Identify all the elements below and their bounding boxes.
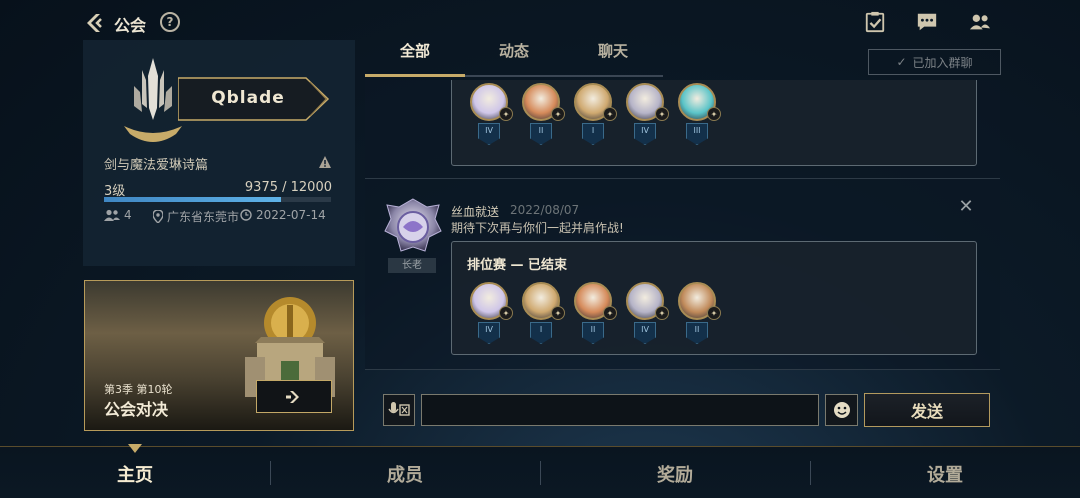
rank-emblem-icon: ✦ bbox=[499, 107, 513, 121]
member-count-value: 4 bbox=[124, 208, 132, 222]
previous-match-card[interactable]: ✦ IV ✦ II ✦ I ✦ IV ✦ III bbox=[451, 80, 977, 166]
rank-tier-label: IV bbox=[634, 322, 656, 344]
voice-input-button[interactable] bbox=[383, 394, 415, 426]
close-icon[interactable]: ✕ bbox=[958, 198, 974, 216]
guild-date: 2022-07-14 bbox=[240, 208, 326, 222]
chat-input[interactable] bbox=[421, 394, 819, 426]
nav-rewards[interactable]: 奖励 bbox=[540, 461, 810, 487]
checklist-icon[interactable] bbox=[863, 11, 887, 33]
match-player[interactable]: ✦ I bbox=[574, 83, 617, 145]
rank-emblem-icon: ✦ bbox=[707, 107, 721, 121]
send-button[interactable]: 发送 bbox=[864, 393, 990, 427]
post-date: 2022/08/07 bbox=[510, 203, 580, 217]
guild-exp-bar bbox=[104, 197, 331, 202]
tab-chat[interactable]: 聊天 bbox=[563, 40, 663, 61]
rank-tier-label: II bbox=[530, 123, 552, 145]
guild-exp-text: 9375 / 12000 bbox=[244, 180, 332, 195]
voice-icon bbox=[388, 402, 410, 416]
match-player[interactable]: ✦ IV bbox=[626, 282, 669, 344]
rank-emblem-icon: ✦ bbox=[707, 306, 721, 320]
chat-bubble-icon[interactable] bbox=[915, 11, 939, 33]
location-pin-icon bbox=[153, 210, 163, 223]
clock-icon bbox=[240, 209, 252, 221]
post-text: 期待下次再与你们一起并肩作战! bbox=[451, 221, 624, 235]
nav-home[interactable]: 主页 bbox=[0, 461, 270, 487]
guild-location: 广东省东莞市 bbox=[153, 208, 239, 225]
match-player[interactable]: ✦ II bbox=[678, 282, 721, 344]
bottom-nav: 主页 成员 奖励 设置 bbox=[0, 446, 1080, 498]
warning-icon[interactable] bbox=[318, 155, 332, 169]
member-count: 4 bbox=[104, 208, 132, 222]
arrow-right-icon bbox=[286, 390, 299, 403]
feed-divider bbox=[365, 369, 1000, 370]
rank-emblem-icon: ✦ bbox=[603, 306, 617, 320]
feed-divider bbox=[365, 178, 1000, 179]
poster-avatar[interactable] bbox=[383, 197, 443, 257]
match-player[interactable]: ✦ IV bbox=[626, 83, 669, 145]
rank-emblem-icon: ✦ bbox=[551, 107, 565, 121]
rank-tier-label: IV bbox=[478, 322, 500, 344]
guild-crest-icon bbox=[124, 58, 182, 142]
tab-all[interactable]: 全部 bbox=[365, 40, 465, 61]
match-title: 排位赛 — 已结束 bbox=[467, 258, 568, 273]
rank-emblem-icon: ✦ bbox=[655, 107, 669, 121]
rank-tier-label: I bbox=[582, 123, 604, 145]
joined-group-label: 已加入群聊 bbox=[912, 55, 973, 70]
match-player[interactable]: ✦ IV bbox=[470, 83, 513, 145]
rank-emblem-icon: ✦ bbox=[655, 306, 669, 320]
match-player[interactable]: ✦ II bbox=[522, 83, 565, 145]
date-text: 2022-07-14 bbox=[256, 208, 326, 222]
rank-tier-label: II bbox=[686, 322, 708, 344]
nav-settings[interactable]: 设置 bbox=[810, 461, 1080, 487]
rank-emblem-icon: ✦ bbox=[551, 306, 565, 320]
match-player[interactable]: ✦ II bbox=[574, 282, 617, 344]
back-arrow-icon[interactable] bbox=[82, 11, 106, 35]
rank-emblem-icon: ✦ bbox=[603, 107, 617, 121]
people-icon bbox=[104, 209, 120, 221]
rank-tier-label: IV bbox=[478, 123, 500, 145]
help-icon[interactable]: ? bbox=[160, 12, 180, 32]
nav-members[interactable]: 成员 bbox=[270, 461, 540, 487]
joined-group-button[interactable]: ✓ 已加入群聊 bbox=[868, 49, 1001, 75]
match-player[interactable]: ✦ III bbox=[678, 83, 721, 145]
role-tag: 长老 bbox=[388, 258, 436, 273]
promo-go-button[interactable] bbox=[256, 380, 332, 413]
rank-tier-label: III bbox=[686, 123, 708, 145]
promo-title: 公会对决 bbox=[104, 400, 169, 419]
promo-season: 第3季 第10轮 bbox=[104, 383, 173, 396]
guild-exp-fill bbox=[104, 197, 282, 202]
guild-subtitle: 剑与魔法爱琳诗篇 bbox=[104, 158, 209, 173]
nav-caret-icon bbox=[128, 444, 142, 453]
match-player[interactable]: ✦ I bbox=[522, 282, 565, 344]
emoji-icon bbox=[833, 402, 850, 418]
members-icon[interactable] bbox=[968, 11, 992, 33]
check-icon: ✓ bbox=[896, 55, 907, 69]
tab-activity[interactable]: 动态 bbox=[464, 40, 564, 61]
match-player[interactable]: ✦ IV bbox=[470, 282, 513, 344]
tab-active-indicator bbox=[365, 74, 465, 77]
rank-emblem-icon: ✦ bbox=[499, 306, 513, 320]
rank-tier-label: I bbox=[530, 322, 552, 344]
rank-tier-label: IV bbox=[634, 123, 656, 145]
poster-name[interactable]: 丝血就送 bbox=[451, 203, 499, 220]
page-title: 公会 bbox=[114, 16, 147, 35]
emoji-button[interactable] bbox=[825, 394, 858, 426]
location-text: 广东省东莞市 bbox=[167, 210, 240, 224]
guild-name: Qblade bbox=[211, 88, 285, 108]
rank-tier-label: II bbox=[582, 322, 604, 344]
